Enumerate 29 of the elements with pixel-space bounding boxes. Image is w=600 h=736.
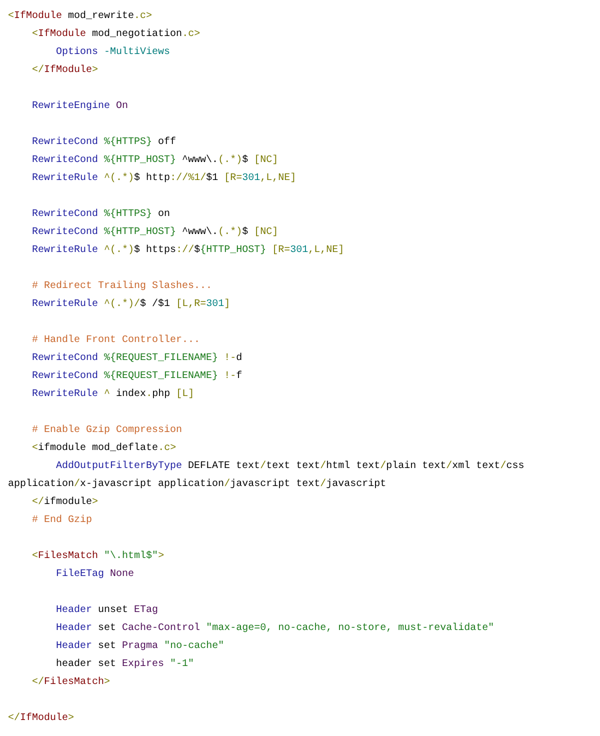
code-line: </IfModule> — [8, 712, 76, 726]
code-line: RewriteCond %{HTTP_HOST} ^www\.(.*)$ [NC] — [31, 226, 280, 240]
code-line: RewriteRule ^(.*)$ https://${HTTP_HOST} [R=301,L,NE] — [31, 244, 346, 258]
code-line: # Redirect Trailing Slashes... — [31, 280, 214, 294]
code-line: # End Gzip — [31, 514, 94, 528]
code-line: RewriteEngine On — [31, 100, 130, 114]
code-line: RewriteRule ^ index.php [L] — [31, 388, 196, 402]
code-line: # Enable Gzip Compression — [31, 424, 184, 438]
code-line: Header unset ETag — [55, 604, 160, 618]
code-line: RewriteRule ^(.*)/$ /$1 [L,R=301] — [31, 298, 232, 312]
code-line: </ifmodule> — [31, 496, 100, 510]
code-line: <IfModule mod_negotiation.c> — [31, 28, 202, 42]
code-line: </FilesMatch> — [31, 676, 112, 690]
code-line: RewriteCond %{HTTPS} on — [31, 208, 172, 222]
code-line: Options -MultiViews — [55, 46, 172, 60]
code-line: Header set Cache-Control "max-age=0, no-cache, no-store, must-revalidate" — [55, 622, 496, 636]
code-line: RewriteCond %{REQUEST_FILENAME} !-f — [31, 370, 244, 384]
code-line: </IfModule> — [31, 64, 100, 78]
code-line: <ifmodule mod_deflate.c> — [31, 442, 178, 456]
code-line: RewriteCond %{HTTPS} off — [31, 136, 178, 150]
code-line: <FilesMatch "\.html$"> — [31, 550, 166, 564]
code-line: FileETag None — [55, 568, 136, 582]
code-line: Header set Pragma "no-cache" — [55, 640, 226, 654]
code-line: <IfModule mod_rewrite.c> — [8, 10, 154, 24]
code-line: header set Expires "-1" — [55, 658, 196, 672]
code-line: RewriteCond %{HTTP_HOST} ^www\.(.*)$ [NC] — [31, 154, 280, 168]
code-line: RewriteRule ^(.*)$ http://%1/$1 [R=301,L,NE] — [31, 172, 298, 186]
code-line: # Handle Front Controller... — [31, 334, 202, 348]
code-line: RewriteCond %{REQUEST_FILENAME} !-d — [31, 352, 244, 366]
